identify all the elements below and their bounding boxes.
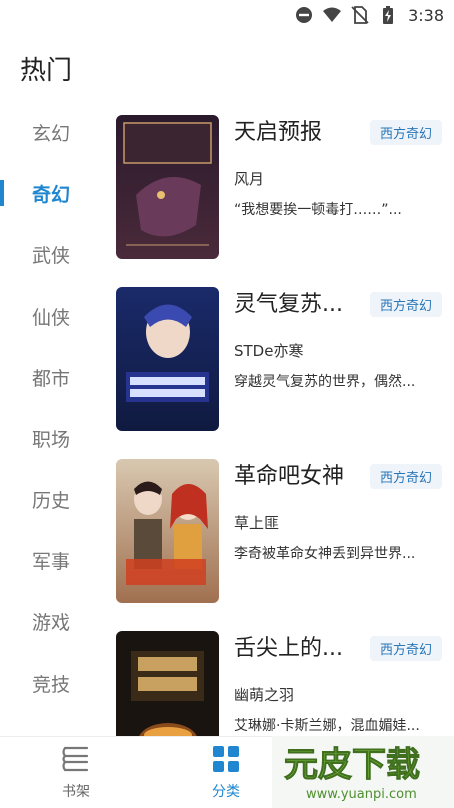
category-label: 游戏 bbox=[32, 611, 71, 634]
status-bar: 3:38 bbox=[0, 0, 454, 32]
category-item-dushi[interactable]: 都市 bbox=[0, 357, 100, 397]
category-item-lishi[interactable]: 历史 bbox=[0, 479, 100, 519]
status-icons: 3:38 bbox=[294, 5, 444, 25]
book-item[interactable]: 舌尖上的... 西方奇幻 幽萌之羽 艾琳娜·卡斯兰娜，混血媚娃... bbox=[100, 616, 454, 736]
book-description: 穿越灵气复苏的世界，偶然... bbox=[234, 374, 416, 390]
category-item-youxi[interactable]: 游戏 bbox=[0, 601, 100, 641]
tab-label: 分类 bbox=[212, 784, 240, 800]
book-title: 灵气复苏... bbox=[234, 292, 343, 317]
book-title: 天启预报 bbox=[234, 120, 323, 145]
page-title: 热门 bbox=[20, 56, 73, 86]
book-title: 革命吧女神 bbox=[234, 464, 345, 489]
tab-bookshelf[interactable]: 书架 bbox=[36, 745, 116, 801]
svg-text:元皮下载: 元皮下载 bbox=[284, 745, 420, 785]
no-sim-icon bbox=[350, 5, 370, 25]
tab-label: 书架 bbox=[62, 784, 90, 800]
category-label: 仙侠 bbox=[32, 306, 71, 329]
category-item-jingji[interactable]: 竞技 bbox=[0, 663, 100, 703]
book-description: “我想要挨一顿毒打……”... bbox=[234, 202, 402, 218]
do-not-disturb-icon bbox=[294, 5, 314, 25]
category-sidebar: 玄幻 奇幻 武侠 仙侠 都市 职场 历史 军事 游戏 竞技 bbox=[0, 100, 100, 736]
category-item-xuanhuan[interactable]: 玄幻 bbox=[0, 112, 100, 152]
book-cover bbox=[116, 459, 219, 603]
tab-category[interactable]: 分类 bbox=[186, 745, 266, 801]
category-item-junshi[interactable]: 军事 bbox=[0, 540, 100, 580]
book-item[interactable]: 天启预报 西方奇幻 风月 “我想要挨一顿毒打……”... bbox=[100, 100, 454, 259]
category-item-wuxia[interactable]: 武侠 bbox=[0, 234, 100, 274]
book-description: 艾琳娜·卡斯兰娜，混血媚娃... bbox=[234, 718, 420, 734]
book-author: 草上匪 bbox=[234, 514, 280, 532]
genre-tag: 西方奇幻 bbox=[369, 120, 442, 145]
wifi-icon bbox=[322, 5, 342, 25]
bookshelf-icon bbox=[61, 745, 91, 777]
book-cover bbox=[116, 115, 219, 259]
book-author: STDe亦寒 bbox=[234, 342, 304, 360]
watermark-logo: 元皮下载 www.yuanpi.com bbox=[272, 736, 454, 808]
book-list: 天启预报 西方奇幻 风月 “我想要挨一顿毒打……”... 灵气复苏... 西方奇… bbox=[100, 100, 454, 736]
svg-text:www.yuanpi.com: www.yuanpi.com bbox=[306, 787, 417, 802]
battery-charging-icon bbox=[378, 5, 398, 25]
genre-tag: 西方奇幻 bbox=[369, 292, 442, 317]
book-item[interactable]: 革命吧女神 西方奇幻 草上匪 李奇被革命女神丢到异世界... bbox=[100, 444, 454, 603]
book-author: 风月 bbox=[234, 170, 265, 188]
category-label: 职场 bbox=[32, 428, 71, 451]
book-cover bbox=[116, 631, 219, 736]
category-label: 军事 bbox=[32, 550, 71, 573]
category-label: 都市 bbox=[32, 367, 71, 390]
category-label: 竞技 bbox=[32, 673, 71, 696]
book-description: 李奇被革命女神丢到异世界... bbox=[234, 546, 416, 562]
category-grid-icon bbox=[212, 745, 240, 777]
category-label: 历史 bbox=[32, 489, 71, 512]
category-item-qihuan[interactable]: 奇幻 bbox=[0, 173, 100, 213]
category-item-zhichang[interactable]: 职场 bbox=[0, 418, 100, 458]
book-author: 幽萌之羽 bbox=[234, 686, 295, 704]
category-item-xianxia[interactable]: 仙侠 bbox=[0, 296, 100, 336]
genre-tag: 西方奇幻 bbox=[369, 464, 442, 489]
category-label: 奇幻 bbox=[32, 183, 71, 206]
book-item[interactable]: 灵气复苏... 西方奇幻 STDe亦寒 穿越灵气复苏的世界，偶然... bbox=[100, 272, 454, 431]
status-time: 3:38 bbox=[408, 5, 444, 25]
category-label: 玄幻 bbox=[32, 122, 71, 145]
genre-tag: 西方奇幻 bbox=[369, 636, 442, 661]
book-title: 舌尖上的... bbox=[234, 636, 343, 661]
book-cover bbox=[116, 287, 219, 431]
category-label: 武侠 bbox=[32, 244, 71, 267]
